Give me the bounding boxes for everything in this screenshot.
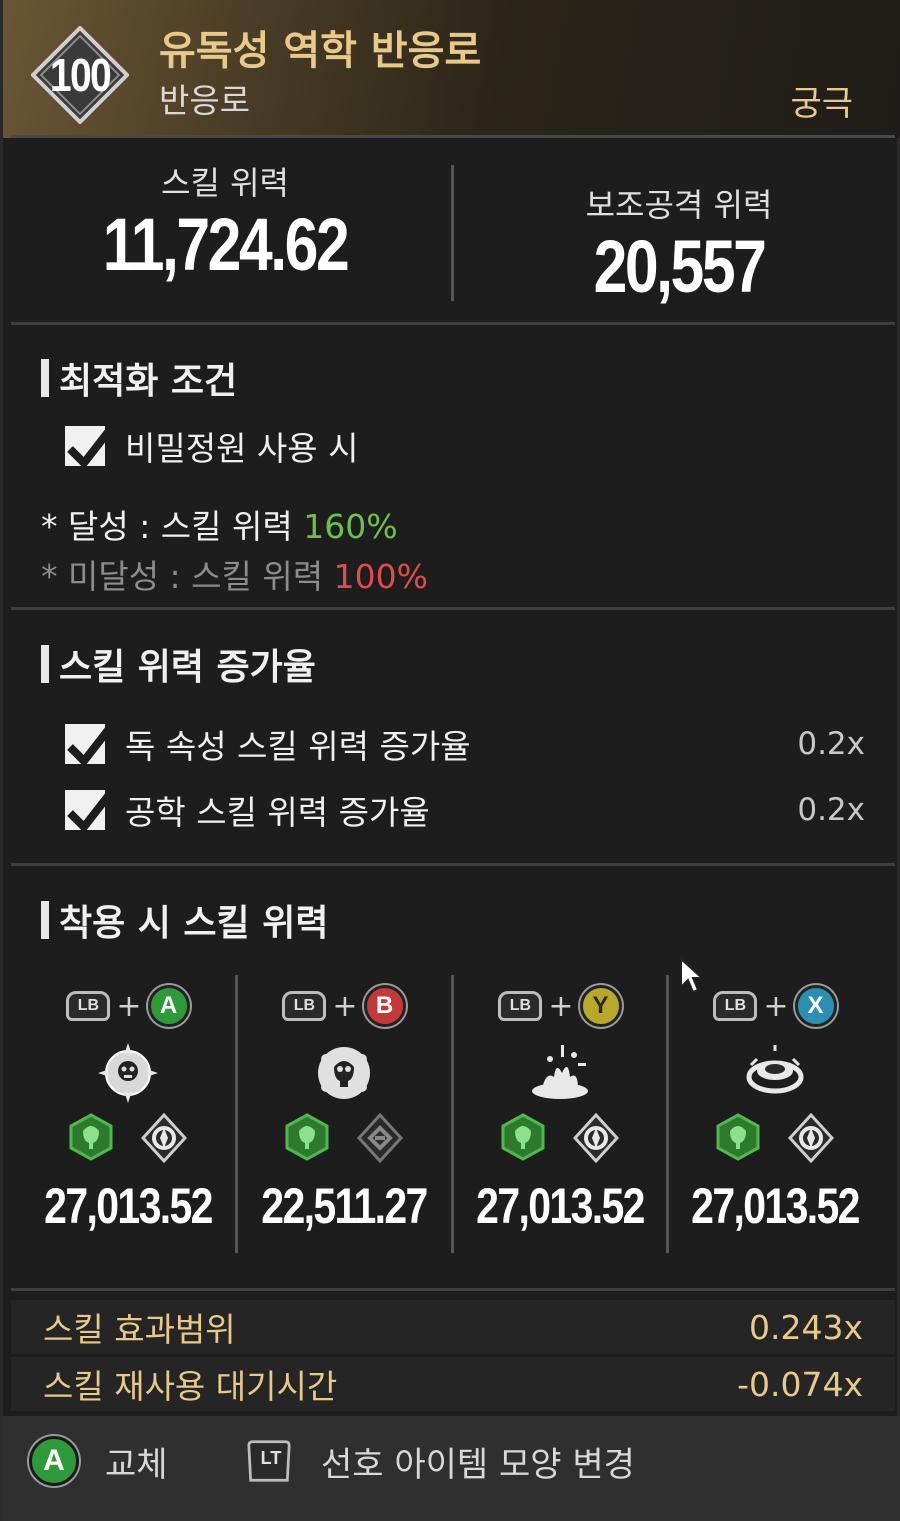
combo-keys: LB + A: [20, 985, 236, 1027]
skill-increase-value: 0.2x: [797, 792, 865, 828]
skill-combo-b: LB + B 22,511.27: [236, 975, 452, 1255]
a-button-icon: A: [147, 985, 190, 1027]
combo-skill-power-value: 27,013.52: [691, 1178, 860, 1234]
skill-increase-label: 독 속성 스킬 위력 증가율: [125, 727, 471, 766]
header-divider: [11, 135, 895, 138]
skill-attribute-icons: [236, 1113, 452, 1163]
plus-sign: +: [548, 988, 574, 1024]
checkbox-checked-icon: [65, 424, 114, 470]
x-button-icon: X: [794, 985, 837, 1027]
sub-attack-value: 20,557: [593, 225, 767, 308]
y-button-icon: Y: [579, 985, 622, 1027]
section-divider: [11, 607, 895, 610]
mouse-cursor-icon: [680, 957, 705, 994]
stat-divider: [451, 165, 454, 301]
toxic-skull-skill-icon: [318, 1047, 370, 1099]
skill-attribute-icons: [667, 1113, 883, 1163]
combo-skill-power-value: 27,013.52: [44, 1178, 213, 1234]
skill-range-value: 0.243x: [748, 1307, 863, 1347]
tech-type-icon: [573, 1113, 619, 1163]
skill-cooldown-stat: 스킬 재사용 대기시간 -0.074x: [11, 1357, 895, 1411]
swap-action[interactable]: A 교체: [29, 1436, 168, 1486]
sub-attack-label: 보조공격 위력: [585, 186, 773, 224]
optimization-condition-label: 비밀정원 사용 시: [125, 429, 359, 468]
skill-power-value: 11,724.62: [102, 203, 350, 286]
lb-button-icon: LB: [282, 991, 327, 1021]
skill-attribute-icons: [452, 1113, 668, 1163]
checkbox-checked-icon: [65, 788, 114, 834]
dimension-type-icon: [357, 1113, 403, 1163]
item-name: 유독성 역학 반응로: [159, 28, 482, 74]
plus-sign: +: [332, 988, 358, 1024]
item-tooltip-panel: 100 유독성 역학 반응로 반응로 궁극 스킬 위력 11,724.62 보조…: [0, 0, 900, 1521]
skill-increase-value: 0.2x: [797, 726, 865, 762]
toxic-attribute-icon: [285, 1113, 329, 1161]
combo-skill-power-value: 27,013.52: [476, 1178, 645, 1234]
skill-range-label: 스킬 효과범위: [43, 1310, 236, 1349]
skill-combo-y: LB + Y 27,013.52: [452, 975, 668, 1255]
skill-cooldown-value: -0.074x: [737, 1364, 863, 1404]
toxic-attribute-icon: [716, 1113, 760, 1161]
failed-note: * 미달성 : 스킬 위력 100%: [41, 557, 428, 596]
skill-increase-row: 독 속성 스킬 위력 증가율 0.2x: [65, 720, 865, 768]
combo-keys: LB + Y: [452, 985, 668, 1027]
section-divider: [11, 322, 895, 325]
plus-sign: +: [116, 988, 142, 1024]
skill-power-label: 스킬 위력: [161, 164, 289, 202]
achieved-value: 160%: [303, 507, 398, 546]
achieved-note: * 달성 : 스킬 위력 160%: [41, 507, 398, 546]
sub-attack-stat: 보조공격 위력 20,557: [519, 180, 839, 304]
skill-increase-label: 공학 스킬 위력 증가율: [125, 793, 430, 832]
tech-type-icon: [141, 1113, 187, 1163]
equipped-title: 착용 시 스킬 위력: [41, 894, 328, 946]
checkbox-checked-icon: [65, 722, 114, 768]
section-bar: [41, 645, 49, 683]
skill-combo-x: LB + X 27,013.52: [667, 975, 883, 1255]
item-rarity: 궁극: [790, 84, 853, 124]
ring-skill-icon: [746, 1045, 804, 1094]
optimization-title: 최적화 조건: [41, 352, 237, 404]
splash-skill-icon: [532, 1045, 588, 1099]
item-level: 100: [49, 49, 112, 101]
item-type: 반응로: [159, 81, 251, 120]
dimension-skill-icon: [98, 1043, 158, 1103]
failed-value: 100%: [333, 557, 428, 596]
skill-combo-a: LB + A 27,013.52: [20, 975, 236, 1255]
change-appearance-label: 선호 아이템 모양 변경: [321, 1444, 635, 1485]
section-bar: [41, 359, 49, 397]
section-divider: [11, 1288, 895, 1291]
lb-button-icon: LB: [498, 991, 543, 1021]
skill-cooldown-label: 스킬 재사용 대기시간: [43, 1367, 338, 1406]
b-button-icon: B: [363, 985, 406, 1027]
section-divider: [11, 863, 895, 866]
skill-increase-row: 공학 스킬 위력 증가율 0.2x: [65, 786, 865, 834]
combo-keys: LB + B: [236, 985, 452, 1027]
skill-attribute-icons: [20, 1113, 236, 1163]
skill-range-stat: 스킬 효과범위 0.243x: [11, 1300, 895, 1354]
change-appearance-action[interactable]: LT 선호 아이템 모양 변경: [247, 1436, 635, 1486]
section-bar: [41, 901, 49, 939]
skill-power-stat: 스킬 위력 11,724.62: [65, 158, 385, 282]
tech-type-icon: [788, 1113, 834, 1163]
swap-label: 교체: [105, 1444, 168, 1485]
plus-sign: +: [763, 988, 789, 1024]
combo-skill-power-value: 22,511.27: [261, 1178, 428, 1234]
a-button-icon: A: [29, 1436, 79, 1486]
toxic-attribute-icon: [501, 1113, 545, 1161]
toxic-attribute-icon: [69, 1113, 113, 1161]
lb-button-icon: LB: [66, 991, 111, 1021]
lb-button-icon: LB: [713, 991, 758, 1021]
optimization-condition-row: 비밀정원 사용 시: [65, 422, 865, 470]
lt-button-icon: LT: [247, 1436, 295, 1486]
skill-increase-title: 스킬 위력 증가율: [41, 638, 316, 690]
